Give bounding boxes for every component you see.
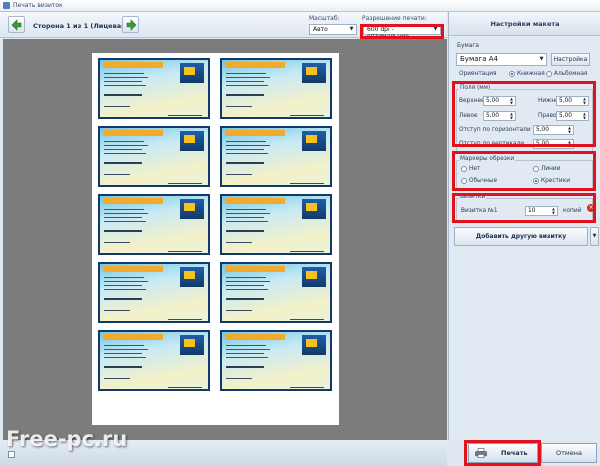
business-card bbox=[98, 262, 210, 323]
business-card bbox=[220, 126, 332, 187]
scale-select[interactable]: Авто ▼ bbox=[309, 24, 357, 35]
business-card bbox=[220, 262, 332, 323]
resolution-label: Разрешение печати: bbox=[362, 15, 427, 22]
highlight-margins bbox=[452, 81, 596, 147]
scale-value: Авто bbox=[313, 26, 328, 33]
paper-sheet bbox=[92, 53, 339, 425]
panel-title: Настройки макета bbox=[449, 12, 600, 36]
next-page-button[interactable] bbox=[122, 16, 139, 33]
business-card bbox=[220, 58, 332, 119]
add-card-dropdown-button[interactable]: ▼ bbox=[590, 227, 599, 246]
chevron-down-icon: ▼ bbox=[349, 26, 354, 32]
highlight-resolution bbox=[360, 24, 444, 39]
business-card bbox=[98, 126, 210, 187]
scale-label: Масштаб: bbox=[309, 15, 340, 22]
paper-select[interactable]: Бумага A4 ▼ bbox=[456, 53, 547, 66]
business-card bbox=[98, 330, 210, 391]
business-card bbox=[220, 330, 332, 391]
cancel-button[interactable]: Отмена bbox=[541, 443, 597, 463]
business-card bbox=[220, 194, 332, 255]
watermark: Free-pc.ru bbox=[6, 427, 128, 451]
business-card bbox=[98, 58, 210, 119]
print-preview-area bbox=[3, 39, 447, 440]
option-checkbox[interactable] bbox=[8, 451, 15, 458]
app-icon bbox=[3, 2, 10, 9]
paper-value: Бумага A4 bbox=[460, 55, 498, 63]
business-card bbox=[98, 194, 210, 255]
layout-settings-panel: Настройки макета Бумага Бумага A4 ▼ Наст… bbox=[448, 12, 600, 440]
add-card-button[interactable]: Добавить другую визитку bbox=[454, 227, 588, 246]
highlight-print bbox=[464, 440, 541, 466]
orientation-portrait-radio[interactable] bbox=[509, 71, 515, 77]
window-title: Печать визиток bbox=[13, 2, 63, 9]
arrow-left-icon bbox=[11, 19, 22, 31]
highlight-cut-marks bbox=[452, 151, 596, 191]
paper-settings-button[interactable]: Настройка bbox=[551, 53, 590, 66]
window-titlebar: Печать визиток bbox=[0, 0, 600, 12]
paper-label: Бумага bbox=[457, 43, 479, 49]
chevron-down-icon: ▼ bbox=[592, 233, 597, 239]
orientation-landscape-label: Альбомная bbox=[554, 71, 588, 77]
highlight-cards bbox=[452, 193, 596, 223]
arrow-right-icon bbox=[126, 19, 137, 31]
orientation-label: Ориентация bbox=[459, 71, 497, 77]
orientation-landscape-radio[interactable] bbox=[546, 71, 552, 77]
orientation-portrait-label: Книжная bbox=[517, 71, 545, 77]
chevron-down-icon: ▼ bbox=[539, 56, 544, 62]
prev-page-button[interactable] bbox=[8, 16, 25, 33]
page-indicator: Сторона 1 из 1 (Лицевая) bbox=[33, 22, 129, 30]
